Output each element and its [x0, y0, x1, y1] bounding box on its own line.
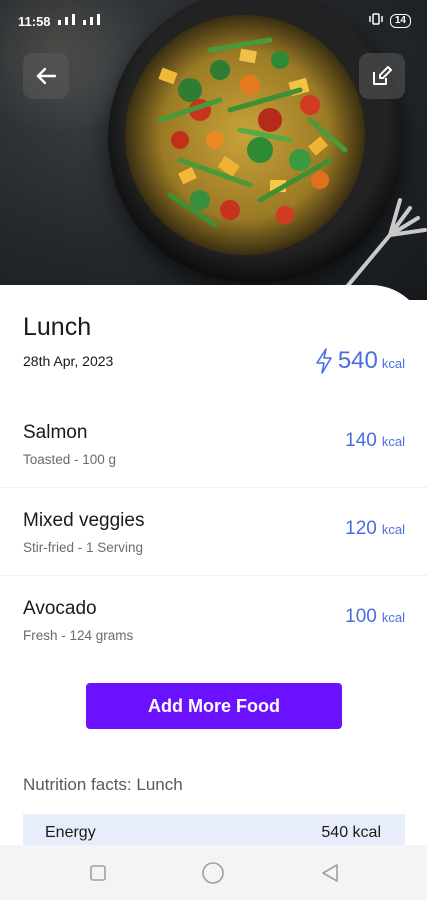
back-button[interactable] [23, 53, 69, 99]
food-calories-value: 100 [345, 606, 377, 627]
meal-date: 28th Apr, 2023 [23, 353, 114, 369]
status-bar: 11:58 14 [0, 0, 427, 40]
food-description: Fresh - 124 grams [23, 628, 134, 643]
total-calories-value: 540 [337, 347, 378, 374]
food-name: Avocado [23, 598, 97, 619]
circle-icon [202, 862, 224, 884]
recents-button[interactable] [86, 861, 110, 885]
nutrition-value: 540 kcal [321, 824, 381, 841]
add-more-food-button[interactable]: Add More Food [86, 683, 342, 729]
signal-icon [58, 14, 100, 25]
food-calories-unit: kcal [381, 610, 405, 625]
nutrition-facts-title: Nutrition facts: Lunch [23, 775, 183, 794]
food-description: Stir-fried - 1 Serving [23, 540, 144, 555]
food-name: Mixed veggies [23, 510, 145, 531]
edit-button[interactable] [359, 53, 405, 99]
system-navigation-bar [0, 845, 427, 900]
food-calories: 140 kcal [345, 430, 405, 452]
meal-title: Lunch [23, 313, 92, 341]
total-calories-unit: kcal [381, 356, 405, 371]
food-list: Salmon Toasted - 100 g 140 kcal Mixed ve… [0, 400, 427, 664]
status-time: 11:58 [18, 14, 51, 29]
triangle-back-icon [322, 864, 338, 882]
food-item-avocado[interactable]: Avocado Fresh - 124 grams 100 kcal [0, 576, 427, 664]
food-item-salmon[interactable]: Salmon Toasted - 100 g 140 kcal [0, 400, 427, 488]
food-item-mixed-veggies[interactable]: Mixed veggies Stir-fried - 1 Serving 120… [0, 488, 427, 576]
meal-detail-card: Lunch 28th Apr, 2023 540 kcal Salmon Toa… [0, 285, 427, 854]
food-calories-value: 140 [345, 430, 377, 451]
nutrition-label: Energy [45, 824, 96, 841]
back-arrow-icon [36, 67, 57, 85]
nav-back-button[interactable] [318, 861, 342, 885]
food-calories: 100 kcal [345, 606, 405, 628]
total-calories: 540 kcal [314, 347, 405, 375]
square-icon [90, 865, 106, 881]
food-name: Salmon [23, 422, 88, 443]
food-calories-unit: kcal [381, 522, 405, 537]
food-calories-value: 120 [345, 518, 377, 539]
battery-indicator: 14 [389, 13, 411, 28]
edit-icon [373, 66, 392, 85]
fork-image [338, 198, 427, 297]
food-calories-unit: kcal [381, 434, 405, 449]
food-calories: 120 kcal [345, 518, 405, 540]
home-button[interactable] [201, 861, 225, 885]
food-description: Toasted - 100 g [23, 452, 117, 467]
lightning-icon [316, 348, 332, 374]
vibrate-icon [368, 13, 384, 28]
meal-photo: 11:58 14 [0, 0, 427, 300]
